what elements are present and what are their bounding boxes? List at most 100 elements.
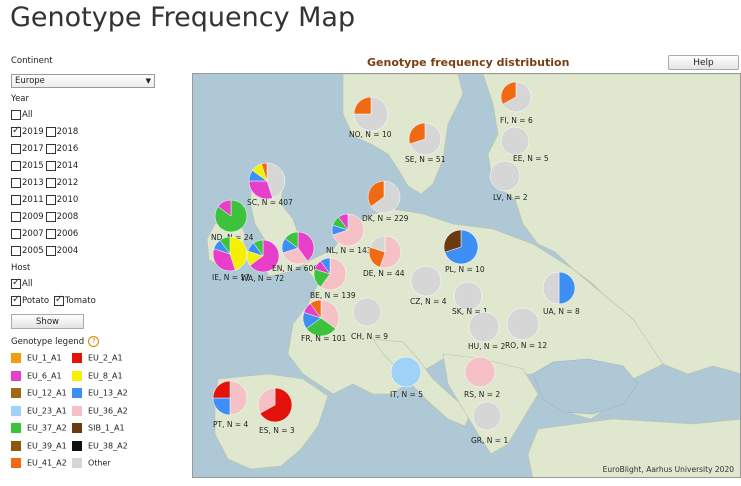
- legend-item: SIB_1_A1: [72, 423, 125, 435]
- year-label: Year: [11, 94, 29, 104]
- legend-label: EU_13_A2: [88, 388, 128, 398]
- country-label: CH, N = 9: [351, 332, 388, 341]
- chevron-down-icon: ▼: [145, 77, 151, 85]
- year-checkbox-2015[interactable]: [11, 161, 21, 171]
- legend-swatch: [11, 423, 21, 433]
- host-potato-checkbox[interactable]: [11, 294, 21, 306]
- year-text-2010: 2010: [56, 195, 79, 205]
- legend-item: EU_37_A2: [11, 423, 67, 435]
- legend-swatch: [11, 353, 21, 363]
- year-text-2014: 2014: [56, 161, 79, 171]
- legend-label: EU_23_A1: [27, 406, 67, 415]
- pie-slice: [352, 297, 382, 327]
- country-label: RS, N = 2: [464, 390, 500, 399]
- continent-select[interactable]: Europe ▼: [11, 74, 155, 88]
- year-checkbox-2019[interactable]: [11, 125, 21, 137]
- help-button[interactable]: Help: [668, 55, 739, 70]
- country-label: PL, N = 10: [445, 265, 485, 274]
- year-all-checkbox[interactable]: All: [11, 110, 35, 122]
- pie-slice: [472, 401, 502, 431]
- host-potato-text: Potato: [22, 296, 50, 306]
- year-checkbox-2018[interactable]: [45, 127, 56, 137]
- country-label: HU, N = 2: [468, 342, 506, 351]
- host-tomato-checkbox[interactable]: [53, 294, 64, 306]
- year-text-2011: 2011: [22, 195, 44, 205]
- country-label: GR, N = 1: [471, 436, 508, 445]
- country-label: NL, N = 143: [326, 246, 372, 255]
- year-checkbox-2012[interactable]: [45, 178, 56, 188]
- year-text-2012: 2012: [56, 178, 79, 188]
- host-options: Potato Tomato: [11, 294, 98, 308]
- legend-swatch: [72, 353, 82, 363]
- legend-swatch: [72, 370, 82, 381]
- legend-swatch: [11, 388, 21, 398]
- show-button[interactable]: Show: [11, 314, 84, 329]
- year-text-2004: 2004: [56, 246, 79, 256]
- year-row: 2013 2012: [11, 178, 80, 190]
- genotype-legend-title: Genotype legend?: [11, 336, 100, 347]
- legend-item: EU_38_A2: [72, 440, 128, 453]
- country-label: CZ, N = 4: [410, 297, 447, 306]
- year-text-2007: 2007: [22, 229, 44, 239]
- legend-item: EU_23_A1: [11, 405, 67, 418]
- host-all-box[interactable]: [11, 277, 21, 289]
- legend-swatch: [72, 458, 82, 468]
- country-label: SE, N = 51: [405, 155, 446, 164]
- country-pie[interactable]: FI, N = 6: [500, 81, 533, 125]
- year-checkbox-2005[interactable]: [11, 246, 21, 256]
- pie-slice: [410, 265, 442, 297]
- pie-slice: [500, 126, 530, 156]
- country-label: RO, N = 12: [505, 341, 547, 350]
- page-title: Genotype Frequency Map: [10, 2, 356, 33]
- year-checkbox-2009[interactable]: [11, 212, 21, 222]
- legend-swatch: [11, 458, 21, 468]
- year-text-2016: 2016: [56, 144, 79, 154]
- country-label: DE, N = 44: [363, 269, 405, 278]
- legend-item: EU_41_A2: [11, 458, 67, 470]
- year-checkbox-2013[interactable]: [11, 178, 21, 188]
- year-checkbox-2017[interactable]: [11, 144, 21, 154]
- country-pie[interactable]: PT, N = 4: [212, 380, 249, 429]
- country-label: LV, N = 2: [493, 193, 528, 202]
- legend-label: EU_1_A1: [27, 353, 62, 363]
- year-checkbox-2010[interactable]: [45, 195, 56, 205]
- legend-item: EU_13_A2: [72, 388, 128, 400]
- country-label: PT, N = 4: [213, 420, 249, 429]
- legend-item: Other: [72, 458, 111, 470]
- genotype-map[interactable]: NO, N = 10 FI, N = 6 SE, N = 51 EE, N = 5 LV…: [192, 73, 741, 478]
- continent-select-value: Europe: [15, 76, 45, 86]
- year-text-2009: 2009: [22, 212, 44, 222]
- country-label: UA, N = 8: [543, 307, 580, 316]
- year-checkbox-2011[interactable]: [11, 195, 21, 205]
- year-text-2005: 2005: [22, 246, 44, 256]
- year-all-box[interactable]: [11, 110, 21, 120]
- help-icon[interactable]: ?: [88, 336, 100, 347]
- year-checkbox-2004[interactable]: [45, 246, 56, 256]
- host-all-checkbox[interactable]: All: [11, 277, 35, 291]
- year-row: 2009 2008: [11, 212, 80, 224]
- legend-swatch: [72, 405, 82, 416]
- legend-item: EU_6_A1: [11, 370, 62, 383]
- legend-label: EU_36_A2: [88, 406, 128, 415]
- country-label: FI, N = 6: [500, 116, 533, 125]
- pie-slice: [506, 307, 540, 341]
- year-checkbox-2006[interactable]: [45, 229, 56, 239]
- year-row: 2017 2016: [11, 144, 80, 156]
- legend-swatch: [72, 440, 82, 451]
- host-tomato-text: Tomato: [64, 296, 96, 306]
- legend-label: EU_8_A1: [88, 371, 123, 380]
- year-row: 2019 2018: [11, 125, 80, 139]
- year-checkbox-2007[interactable]: [11, 229, 21, 239]
- legend-label: EU_38_A2: [88, 441, 128, 450]
- host-label: Host: [11, 263, 31, 273]
- year-checkbox-2008[interactable]: [45, 212, 56, 222]
- year-row: 2015 2014: [11, 161, 80, 173]
- country-label: EN, N = 606: [272, 264, 318, 273]
- legend-label: SIB_1_A1: [88, 423, 125, 433]
- year-checkbox-2016[interactable]: [45, 144, 56, 154]
- country-pie[interactable]: IT, N = 5: [390, 356, 423, 399]
- year-checkbox-2014[interactable]: [45, 161, 56, 171]
- year-text-2013: 2013: [22, 178, 44, 188]
- legend-item: EU_2_A1: [72, 353, 123, 365]
- host-all-text: All: [22, 279, 33, 289]
